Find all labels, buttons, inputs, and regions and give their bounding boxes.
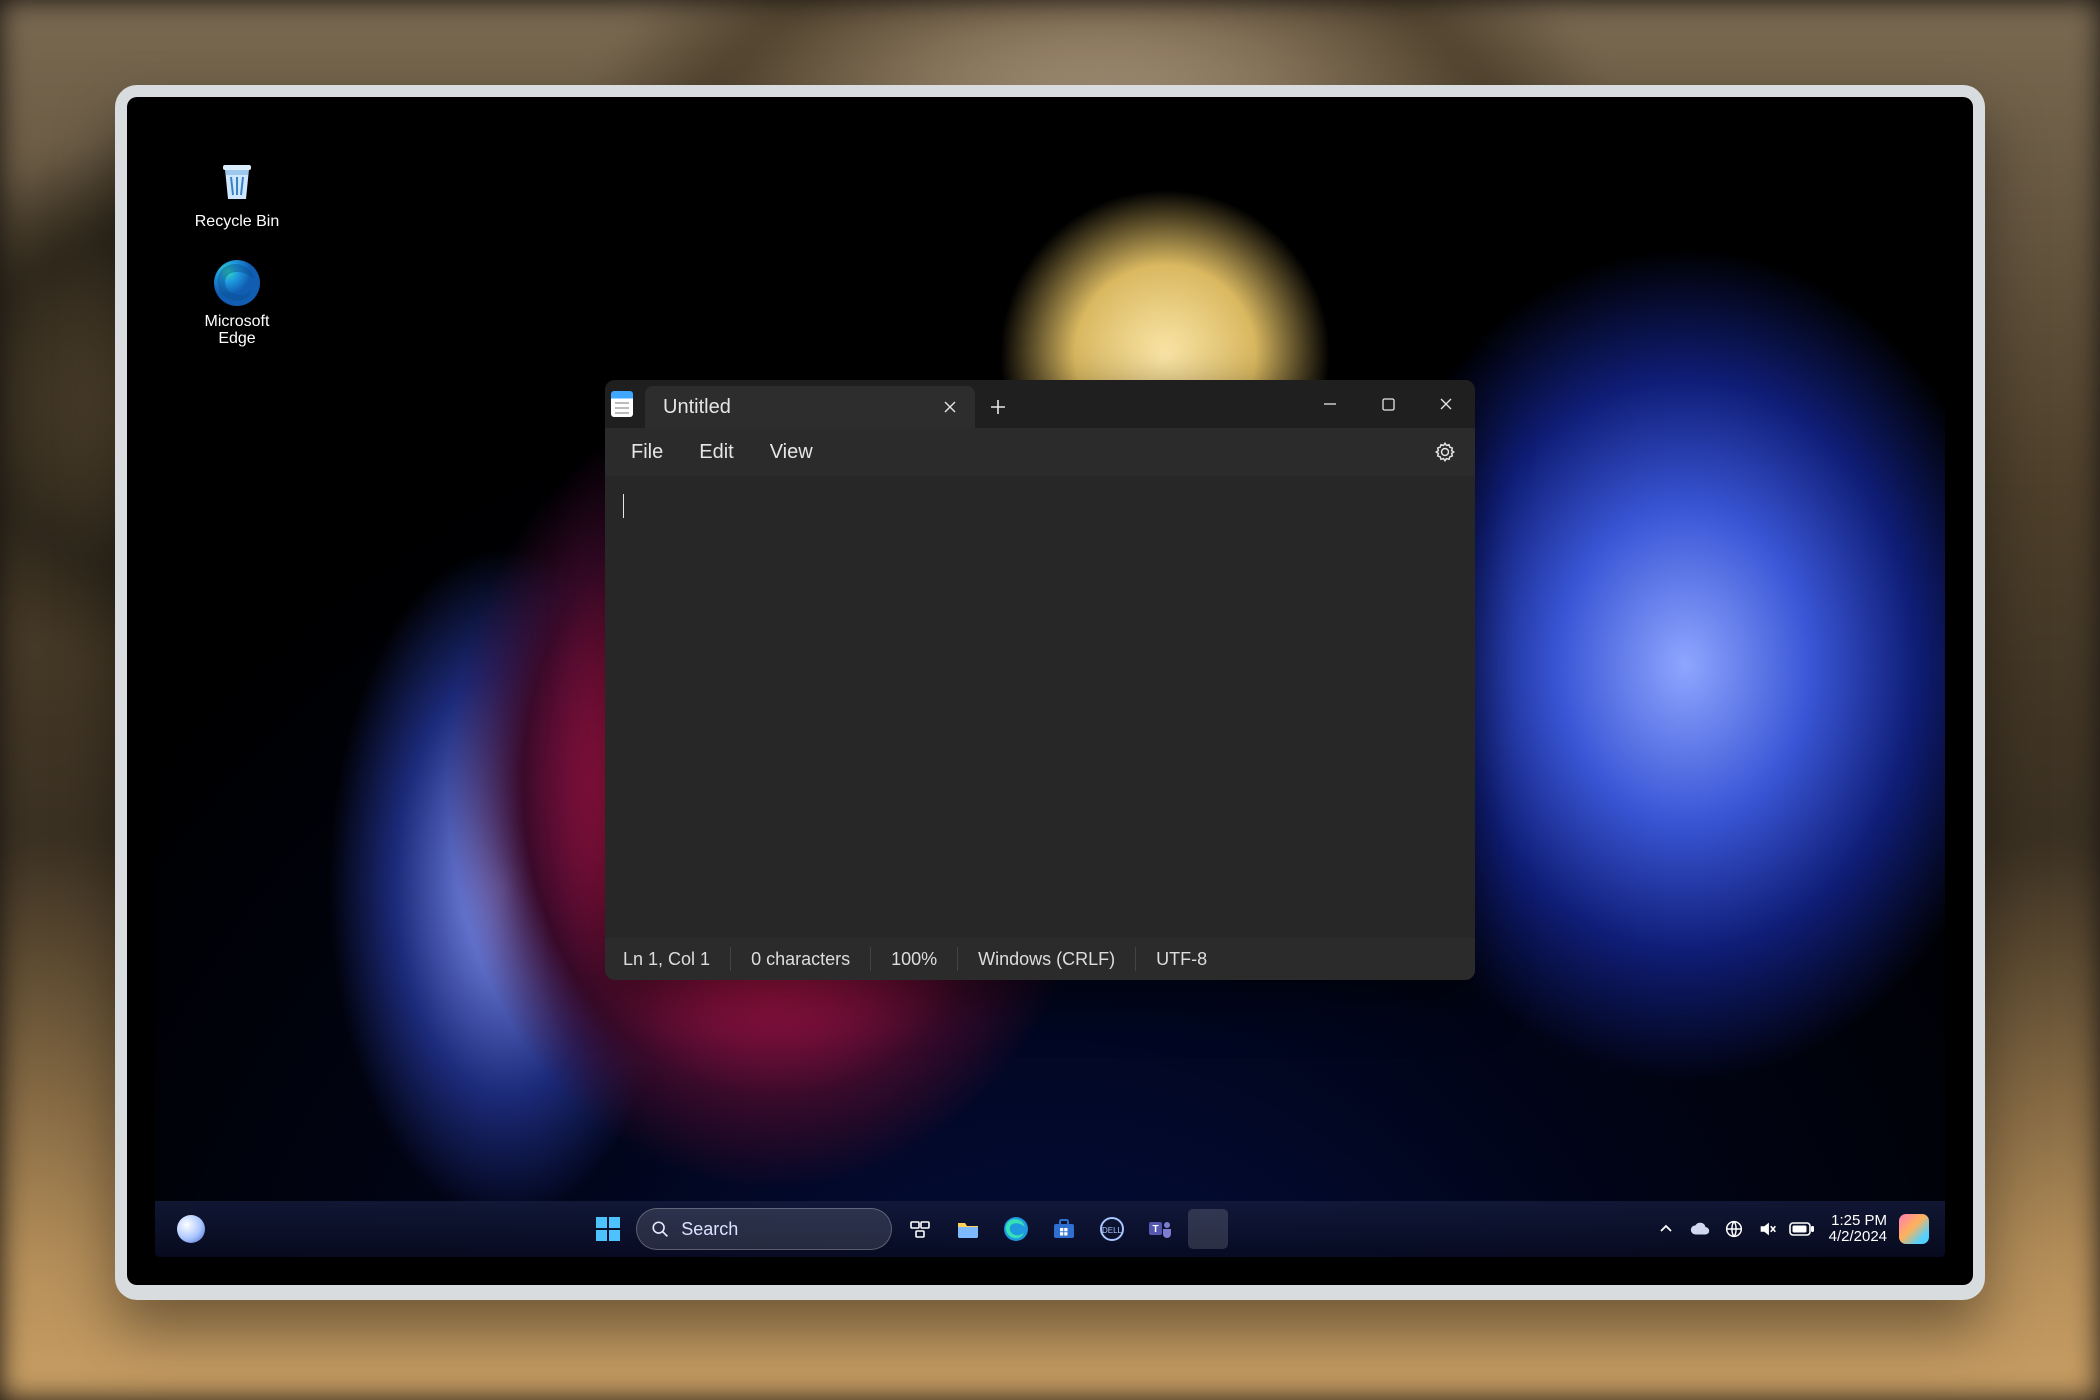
status-char-count: 0 characters xyxy=(730,947,870,971)
desktop-icon-microsoft-edge[interactable]: Microsoft Edge xyxy=(187,257,287,347)
status-encoding[interactable]: UTF-8 xyxy=(1135,947,1227,971)
globe-icon xyxy=(1723,1218,1745,1240)
copilot-button[interactable] xyxy=(1899,1209,1929,1249)
taskbar-right: 1:25 PM 4/2/2024 xyxy=(1651,1209,1945,1249)
taskbar-left xyxy=(155,1215,377,1243)
settings-button[interactable] xyxy=(1427,434,1463,470)
windows-logo-icon xyxy=(596,1217,620,1241)
minimize-button[interactable] xyxy=(1301,380,1359,428)
new-tab-button[interactable] xyxy=(975,386,1021,428)
file-explorer-button[interactable] xyxy=(948,1209,988,1249)
microsoft-store-icon xyxy=(1051,1216,1077,1242)
status-zoom[interactable]: 100% xyxy=(870,947,957,971)
document-tab[interactable]: Untitled xyxy=(645,386,975,428)
tray-overflow-button[interactable] xyxy=(1651,1209,1681,1249)
notepad-window: Untitled xyxy=(605,380,1475,980)
titlebar[interactable]: Untitled xyxy=(605,380,1475,428)
close-window-button[interactable] xyxy=(1417,380,1475,428)
status-cursor-position[interactable]: Ln 1, Col 1 xyxy=(623,947,730,971)
clock-date: 4/2/2024 xyxy=(1829,1229,1887,1245)
microsoft-store-button[interactable] xyxy=(1044,1209,1084,1249)
close-tab-button[interactable] xyxy=(937,394,963,420)
desktop-icon-label: Microsoft Edge xyxy=(187,313,287,347)
svg-text:T: T xyxy=(1153,1224,1159,1235)
taskbar-search[interactable] xyxy=(636,1208,892,1250)
dell-app-button[interactable]: DELL xyxy=(1092,1209,1132,1249)
edge-icon xyxy=(1003,1216,1029,1242)
recycle-bin-icon xyxy=(211,157,263,209)
battery-icon xyxy=(1789,1221,1815,1237)
onedrive-tray-icon[interactable] xyxy=(1685,1209,1715,1249)
status-bar: Ln 1, Col 1 0 characters 100% Windows (C… xyxy=(605,938,1475,980)
clock-time: 1:25 PM xyxy=(1829,1213,1887,1229)
maximize-button[interactable] xyxy=(1359,380,1417,428)
widgets-button[interactable] xyxy=(177,1215,205,1243)
start-button[interactable] xyxy=(588,1209,628,1249)
teams-icon: T xyxy=(1147,1216,1173,1242)
speaker-muted-icon xyxy=(1757,1218,1779,1240)
language-tray-icon[interactable] xyxy=(1719,1209,1749,1249)
taskbar-clock[interactable]: 1:25 PM 4/2/2024 xyxy=(1821,1213,1895,1245)
task-view-button[interactable] xyxy=(900,1209,940,1249)
search-icon xyxy=(651,1220,669,1238)
task-view-icon xyxy=(908,1217,932,1241)
dell-app-icon: DELL xyxy=(1099,1216,1125,1242)
menu-view[interactable]: View xyxy=(756,435,827,470)
notepad-icon xyxy=(1199,1218,1217,1240)
menu-bar: File Edit View xyxy=(605,428,1475,476)
menu-edit[interactable]: Edit xyxy=(685,435,747,470)
text-editor-area[interactable] xyxy=(605,476,1475,938)
text-caret xyxy=(623,494,624,518)
taskbar-center: DELL T xyxy=(588,1208,1228,1250)
desktop-icon-label: Recycle Bin xyxy=(187,213,287,231)
taskbar: DELL T xyxy=(155,1201,1945,1257)
desktop-icons-area: Recycle Bin Microsoft Edge xyxy=(187,157,307,373)
file-explorer-icon xyxy=(955,1216,981,1242)
notepad-app-icon xyxy=(605,380,639,428)
screen-bezel: Recycle Bin Microsoft Edge Untitled xyxy=(127,97,1973,1285)
notepad-taskbar-button[interactable] xyxy=(1188,1209,1228,1249)
copilot-icon xyxy=(1899,1214,1929,1244)
display-screen: Recycle Bin Microsoft Edge Untitled xyxy=(155,125,1945,1257)
cloud-icon xyxy=(1689,1218,1711,1240)
edge-taskbar-button[interactable] xyxy=(996,1209,1036,1249)
status-line-ending[interactable]: Windows (CRLF) xyxy=(957,947,1135,971)
desktop-icon-recycle-bin[interactable]: Recycle Bin xyxy=(187,157,287,231)
search-input[interactable] xyxy=(679,1218,833,1241)
tab-title: Untitled xyxy=(663,396,923,419)
window-controls xyxy=(1301,380,1475,428)
svg-text:DELL: DELL xyxy=(1102,1226,1123,1235)
laptop-chassis: Recycle Bin Microsoft Edge Untitled xyxy=(115,85,1985,1300)
teams-button[interactable]: T xyxy=(1140,1209,1180,1249)
edge-icon xyxy=(211,257,263,309)
chevron-up-icon xyxy=(1659,1222,1673,1236)
menu-file[interactable]: File xyxy=(617,435,677,470)
gear-icon xyxy=(1434,441,1456,463)
volume-tray-icon[interactable] xyxy=(1753,1209,1783,1249)
battery-tray-icon[interactable] xyxy=(1787,1209,1817,1249)
